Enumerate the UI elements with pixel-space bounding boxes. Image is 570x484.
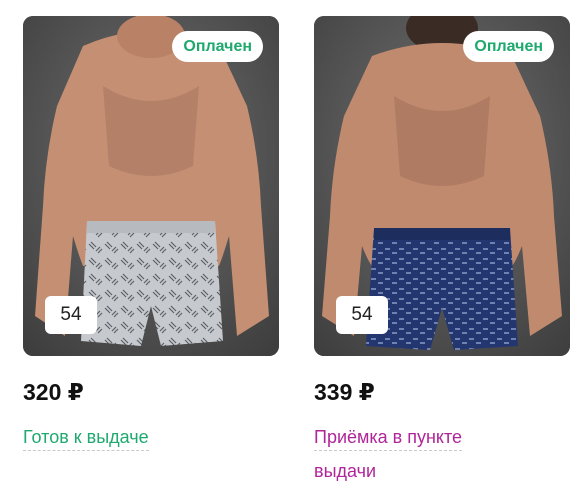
price: 320 ₽ bbox=[23, 379, 84, 405]
price: 339 ₽ bbox=[314, 379, 375, 405]
order-card[interactable]: Оплачен 54 339 ₽ Приёмка в пункте выдачи bbox=[314, 16, 570, 484]
size-badge: 54 bbox=[336, 296, 388, 334]
product-photo[interactable]: Оплачен 54 bbox=[314, 16, 570, 356]
orders-grid: Оплачен 54 320 ₽ Готов к выдаче Оплачен … bbox=[0, 0, 570, 484]
order-status-label[interactable]: Готов к выдаче bbox=[23, 427, 149, 451]
order-status[interactable]: Приёмка в пункте выдачи bbox=[314, 420, 499, 484]
product-photo[interactable]: Оплачен 54 bbox=[23, 16, 279, 356]
size-badge: 54 bbox=[45, 296, 97, 334]
paid-badge: Оплачен bbox=[463, 31, 554, 62]
paid-badge: Оплачен bbox=[172, 31, 263, 62]
order-status-label[interactable]: Приёмка в пункте выдачи bbox=[314, 427, 463, 484]
order-card[interactable]: Оплачен 54 320 ₽ Готов к выдаче bbox=[23, 16, 279, 454]
order-status[interactable]: Готов к выдаче bbox=[23, 420, 208, 454]
